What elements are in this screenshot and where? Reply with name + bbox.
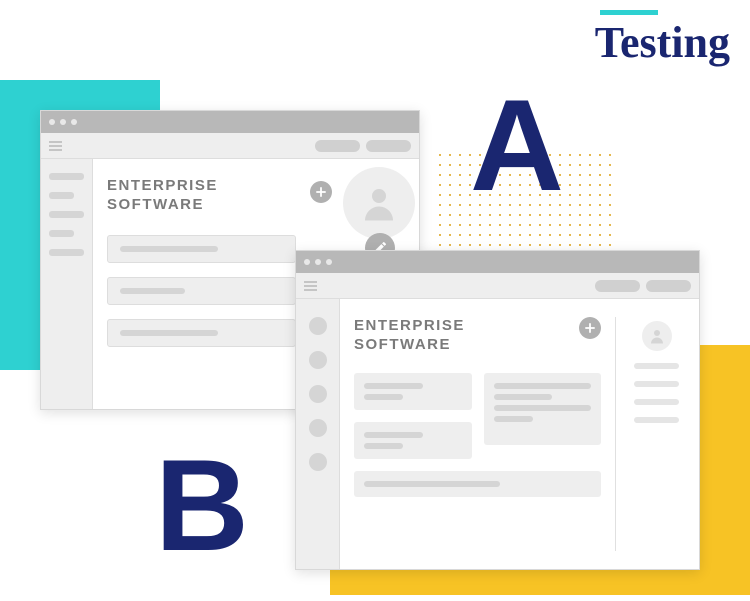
window-b-rightcol: [615, 317, 685, 551]
sidebar-item[interactable]: [309, 453, 327, 471]
info-line: [634, 363, 680, 369]
window-b-toolbar: [296, 273, 699, 299]
content-card[interactable]: [107, 235, 296, 263]
sidebar-item[interactable]: [309, 351, 327, 369]
content-card[interactable]: [354, 471, 601, 497]
sidebar-item[interactable]: [49, 249, 84, 256]
toolbar-pill[interactable]: [646, 280, 691, 292]
window-control-dot[interactable]: [71, 119, 77, 125]
mock-window-b: ENTERPRISE SOFTWARE: [295, 250, 700, 570]
title-text: Testing: [595, 17, 730, 68]
sidebar-item[interactable]: [49, 173, 84, 180]
variant-label-b: B: [155, 440, 249, 570]
avatar-icon: [642, 321, 672, 351]
menu-icon[interactable]: [49, 141, 62, 151]
content-card[interactable]: [107, 277, 296, 305]
sidebar-item[interactable]: [309, 419, 327, 437]
window-control-dot[interactable]: [326, 259, 332, 265]
window-b-main: ENTERPRISE SOFTWARE: [340, 299, 699, 569]
add-button[interactable]: [579, 317, 601, 339]
window-control-dot[interactable]: [304, 259, 310, 265]
window-a-toolbar: [41, 133, 419, 159]
avatar-icon: [343, 167, 415, 239]
window-a-title: ENTERPRISE SOFTWARE: [107, 177, 296, 215]
title-line: SOFTWARE: [107, 196, 204, 213]
toolbar-pill[interactable]: [315, 140, 360, 152]
add-button[interactable]: [310, 181, 332, 203]
sidebar-item[interactable]: [309, 385, 327, 403]
page-title: Testing: [595, 10, 730, 68]
menu-icon[interactable]: [304, 281, 317, 291]
toolbar-pill[interactable]: [595, 280, 640, 292]
window-control-dot[interactable]: [315, 259, 321, 265]
toolbar-pill[interactable]: [366, 140, 411, 152]
info-line: [634, 381, 680, 387]
sidebar-item[interactable]: [49, 230, 74, 237]
sidebar-item[interactable]: [309, 317, 327, 335]
window-a-sidebar: [41, 159, 93, 409]
info-line: [634, 417, 680, 423]
title-line: ENTERPRISE: [107, 177, 218, 194]
window-b-sidebar: [296, 299, 340, 569]
window-control-dot[interactable]: [60, 119, 66, 125]
content-card[interactable]: [107, 319, 296, 347]
window-b-titlebar: [296, 251, 699, 273]
content-card[interactable]: [354, 373, 472, 410]
window-a-titlebar: [41, 111, 419, 133]
window-b-title: ENTERPRISE SOFTWARE: [354, 317, 465, 355]
title-line: SOFTWARE: [354, 336, 451, 353]
sidebar-item[interactable]: [49, 192, 74, 199]
variant-label-a: A: [470, 80, 564, 210]
title-accent-bar: [600, 10, 658, 15]
content-card[interactable]: [484, 373, 602, 445]
title-line: ENTERPRISE: [354, 317, 465, 334]
window-control-dot[interactable]: [49, 119, 55, 125]
info-line: [634, 399, 680, 405]
sidebar-item[interactable]: [49, 211, 84, 218]
content-card[interactable]: [354, 422, 472, 459]
